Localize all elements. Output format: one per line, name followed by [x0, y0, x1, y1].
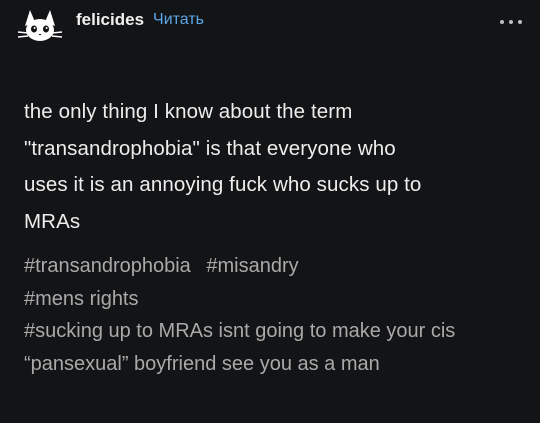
- cat-avatar-icon[interactable]: [16, 6, 62, 46]
- post-card: felicides Читать the only thing I know a…: [0, 0, 540, 423]
- more-horizontal-icon[interactable]: [500, 12, 522, 32]
- tag-misandry[interactable]: #misandry: [206, 255, 298, 277]
- dot: [500, 20, 504, 24]
- tags-list: #transandrophobia #misandry #mens rights…: [24, 250, 520, 380]
- tag-mens-rights[interactable]: #mens rights: [24, 288, 139, 310]
- dot: [509, 20, 513, 24]
- post-header: felicides Читать: [16, 6, 204, 46]
- tag-sucking-up[interactable]: #sucking up to MRAs isnt going to make y…: [24, 320, 455, 375]
- username-link[interactable]: felicides: [76, 10, 144, 30]
- tag-transandrophobia[interactable]: #transandrophobia: [24, 255, 191, 277]
- tag-line: #transandrophobia #misandry: [24, 250, 520, 283]
- dot: [518, 20, 522, 24]
- post-body-text: the only thing I know about the term "tr…: [24, 100, 422, 233]
- tag-line: #sucking up to MRAs isnt going to make y…: [24, 315, 520, 380]
- tag-line: #mens rights: [24, 283, 520, 316]
- follow-button[interactable]: Читать: [153, 11, 204, 29]
